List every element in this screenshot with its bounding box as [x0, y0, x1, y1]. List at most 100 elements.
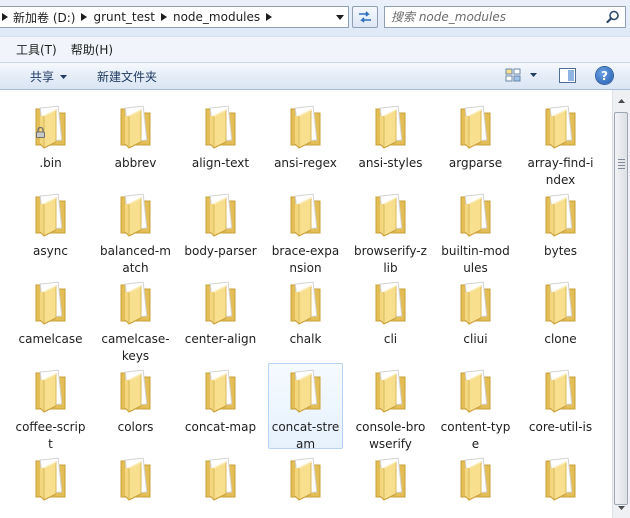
folder-item[interactable]: content-type [438, 363, 513, 451]
folder-icon [282, 277, 330, 327]
folder-item[interactable]: coffee-script [13, 363, 88, 451]
folder-icon [27, 453, 75, 503]
search-box[interactable] [384, 6, 626, 28]
address-bar-row: 新加卷 (D:) grunt_test node_modules [0, 0, 630, 36]
folder-icon [537, 365, 585, 415]
folder-item[interactable]: camelcase-keys [98, 275, 173, 363]
folder-item[interactable] [268, 451, 343, 518]
folder-item[interactable]: ansi-regex [268, 99, 343, 185]
menu-tools[interactable]: 工具(T) [9, 39, 64, 60]
refresh-button[interactable] [352, 6, 378, 28]
preview-pane-icon[interactable] [559, 68, 576, 83]
scrollbar-thumb[interactable] [614, 112, 628, 505]
folder-name: ansi-styles [358, 156, 423, 170]
menu-help[interactable]: 帮助(H) [64, 39, 120, 60]
folder-icon [367, 453, 415, 503]
folder-icon [367, 277, 415, 327]
help-button[interactable]: ? [596, 67, 613, 84]
folder-item[interactable]: bytes [523, 187, 598, 273]
vertical-scrollbar[interactable] [612, 90, 630, 518]
folder-icon [197, 277, 245, 327]
new-folder-label: 新建文件夹 [97, 70, 158, 84]
folder-item[interactable]: cliui [438, 275, 513, 361]
share-button[interactable]: 共享 [30, 67, 68, 86]
folder-item[interactable]: concat-stream [268, 363, 343, 451]
folder-item[interactable]: chalk [268, 275, 343, 361]
scroll-down-arrow-icon[interactable] [613, 499, 630, 516]
folder-icon [452, 101, 500, 151]
folder-item[interactable]: brace-expansion [268, 187, 343, 275]
folder-item[interactable]: array-find-index [523, 99, 598, 187]
folder-name: body-parser [184, 244, 257, 258]
refresh-icon [359, 11, 371, 23]
folder-item[interactable] [183, 451, 258, 518]
folder-item[interactable]: console-browserify [353, 363, 428, 451]
new-folder-button[interactable]: 新建文件夹 [97, 67, 157, 86]
folder-name: bytes [543, 244, 578, 258]
folder-icon [197, 453, 245, 503]
folder-item[interactable]: align-text [183, 99, 258, 185]
folder-item[interactable]: clone [523, 275, 598, 361]
folder-item[interactable]: body-parser [183, 187, 258, 273]
folder-icon [27, 101, 75, 151]
folder-name: content-type [440, 420, 511, 451]
folder-name: console-browserify [355, 420, 426, 451]
folder-icon [112, 101, 160, 151]
change-view-icon[interactable] [505, 68, 521, 83]
folder-name: async [33, 244, 68, 258]
folder-item[interactable] [353, 451, 428, 518]
folder-item[interactable]: abbrev [98, 99, 173, 185]
folder-icon [452, 365, 500, 415]
folder-item[interactable]: builtin-modules [438, 187, 513, 275]
breadcrumb-root-arrow-icon[interactable] [0, 7, 10, 27]
share-label: 共享 [30, 70, 55, 84]
folder-item[interactable]: browserify-zlib [353, 187, 428, 275]
view-options-chevron-down-icon[interactable] [530, 73, 537, 77]
folder-icon [537, 189, 585, 239]
folder-item[interactable] [438, 451, 513, 518]
folder-icon [197, 101, 245, 151]
folder-icon [197, 189, 245, 239]
folder-name: coffee-script [15, 420, 86, 451]
breadcrumb-separator-icon[interactable] [263, 7, 275, 27]
folder-icon [537, 101, 585, 151]
folder-item[interactable]: colors [98, 363, 173, 449]
folder-item[interactable]: balanced-match [98, 187, 173, 275]
folder-name: camelcase [18, 332, 83, 346]
breadcrumb-separator-icon[interactable] [78, 7, 90, 27]
folder-name: core-util-is [528, 420, 593, 434]
folder-item[interactable]: async [13, 187, 88, 273]
folder-item[interactable]: .bin [13, 99, 88, 185]
folder-icon [282, 365, 330, 415]
folder-item[interactable] [98, 451, 173, 518]
folder-name: cliui [463, 332, 488, 346]
folder-name: chalk [289, 332, 322, 346]
address-history-chevron-down-icon[interactable] [331, 7, 348, 27]
folder-name: camelcase-keys [101, 332, 170, 363]
folder-item[interactable]: ansi-styles [353, 99, 428, 185]
search-icon[interactable] [606, 10, 620, 24]
menu-bar: 工具(T) 帮助(H) [0, 36, 630, 62]
folder-item[interactable]: argparse [438, 99, 513, 185]
file-list-view[interactable]: .bin abbrev align-text ansi-regex ansi-s… [0, 90, 612, 518]
folder-name: ansi-regex [274, 156, 337, 170]
breadcrumb-node-modules[interactable]: node_modules [170, 7, 263, 27]
breadcrumb-grunt-test[interactable]: grunt_test [90, 7, 158, 27]
folder-item[interactable]: cli [353, 275, 428, 361]
folder-item[interactable]: camelcase [13, 275, 88, 361]
scroll-up-arrow-icon[interactable] [613, 92, 630, 109]
breadcrumb-separator-icon[interactable] [158, 7, 170, 27]
breadcrumb-drive[interactable]: 新加卷 (D:) [10, 7, 78, 27]
folder-name: concat-stream [271, 420, 340, 451]
folder-item[interactable]: core-util-is [523, 363, 598, 449]
folder-name: concat-map [184, 420, 257, 434]
folder-icon [367, 101, 415, 151]
address-bar[interactable]: 新加卷 (D:) grunt_test node_modules [0, 6, 349, 28]
folder-item[interactable] [523, 451, 598, 518]
folder-item[interactable]: center-align [183, 275, 258, 361]
search-input[interactable] [391, 8, 601, 26]
folder-name: colors [117, 420, 154, 434]
folder-name: balanced-match [100, 244, 171, 275]
folder-item[interactable]: concat-map [183, 363, 258, 449]
folder-item[interactable] [13, 451, 88, 518]
